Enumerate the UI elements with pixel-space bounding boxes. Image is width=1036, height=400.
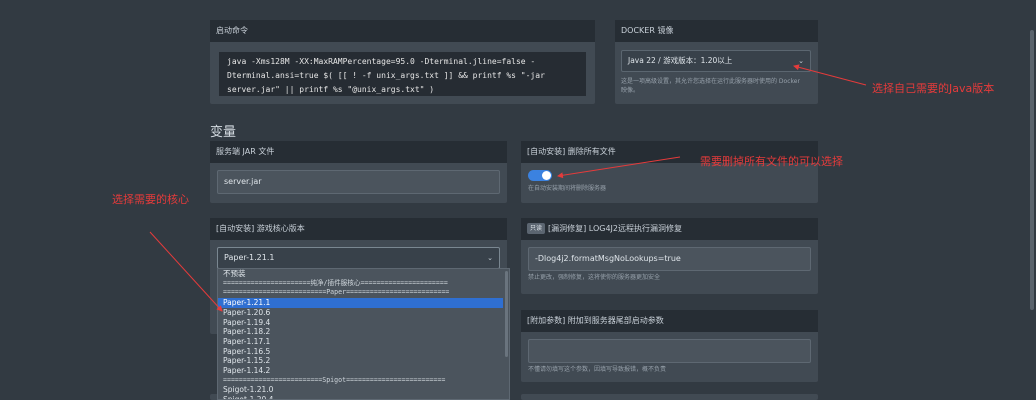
arrow-to-toggle xyxy=(557,156,681,179)
arrow-to-docker xyxy=(793,64,867,86)
arrow-to-core xyxy=(149,231,223,312)
annotation-arrows xyxy=(149,64,867,312)
